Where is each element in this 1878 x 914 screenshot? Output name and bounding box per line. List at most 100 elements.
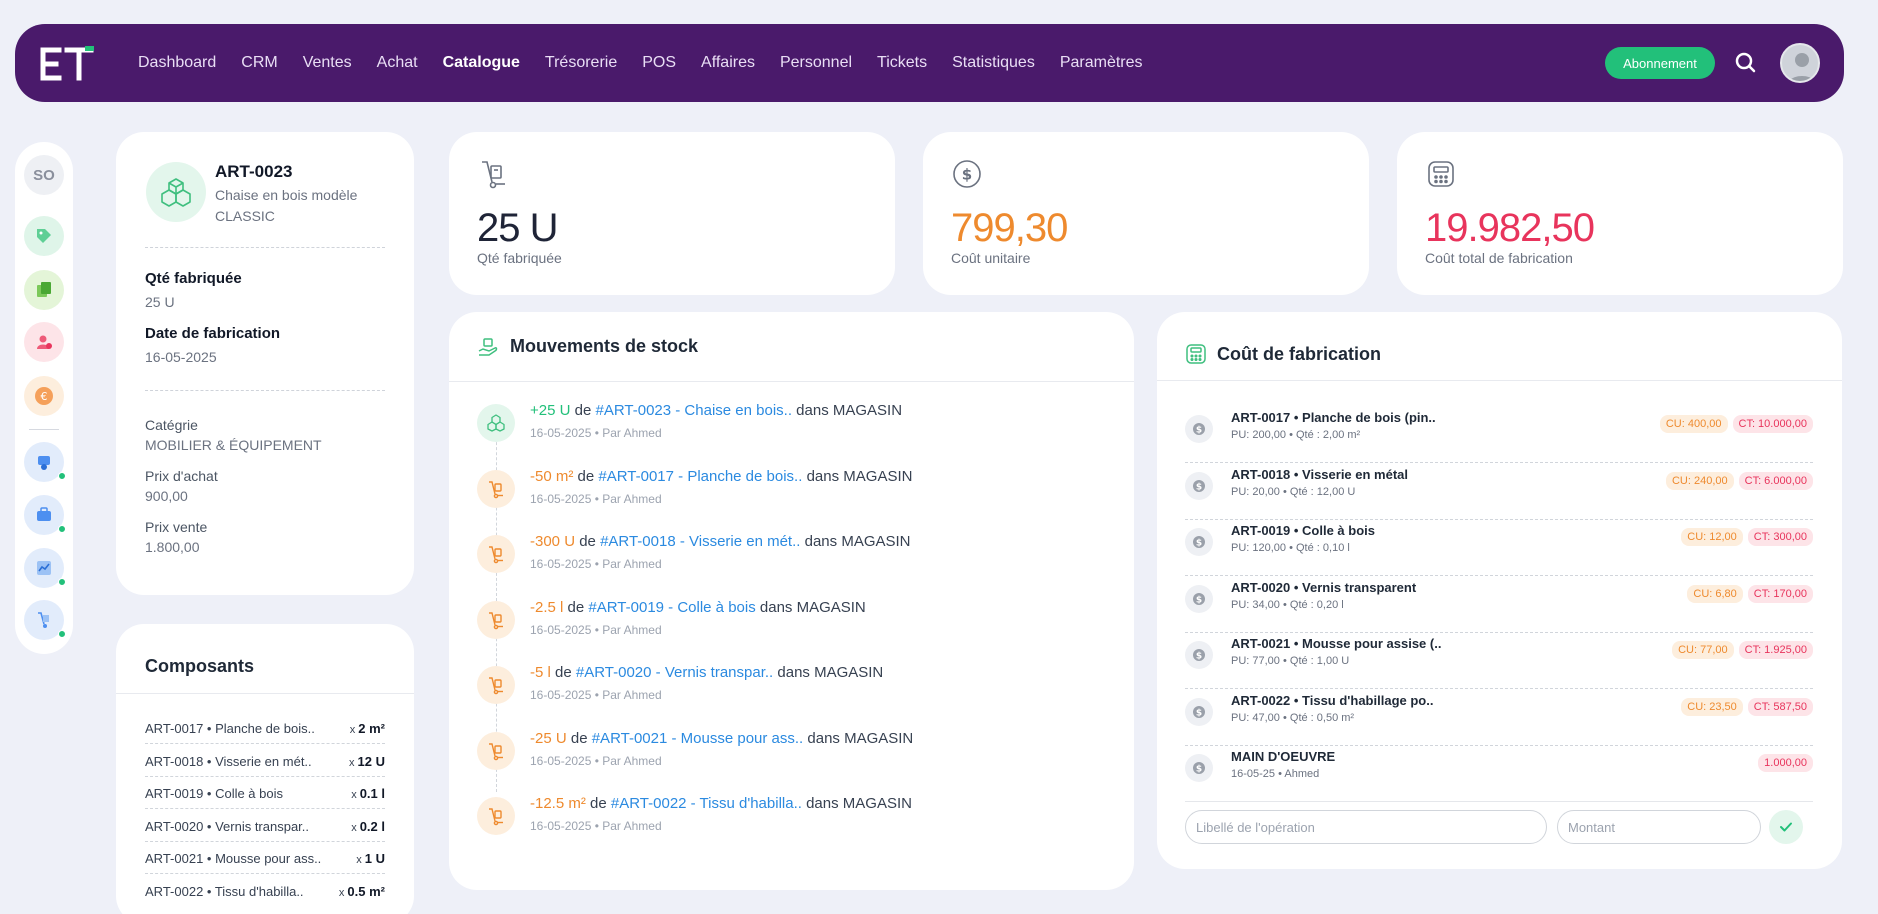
times-sign: x xyxy=(338,887,345,899)
check-icon xyxy=(1780,822,1792,832)
chart-icon[interactable] xyxy=(24,548,66,588)
movement-article-link[interactable]: #ART-0021 - Mousse pour ass.. xyxy=(592,730,804,747)
nav-item-dashboard[interactable]: Dashboard xyxy=(138,54,216,72)
nav-item-catalogue[interactable]: Catalogue xyxy=(443,54,520,72)
total-cost-badge: CT: 6.000,00 xyxy=(1738,471,1813,490)
cost-row[interactable]: $ ART-0021 • Mousse pour assise (.. PU: 77… xyxy=(1185,633,1813,689)
hand-truck-icon[interactable] xyxy=(24,600,66,640)
nav-item-crm[interactable]: CRM xyxy=(241,54,277,72)
status-dot xyxy=(58,630,66,638)
component-row[interactable]: ART-0018 • Visserie en mét.. x 12 U xyxy=(145,745,385,777)
article-code: ART-0023 xyxy=(215,162,293,181)
status-dot xyxy=(58,525,66,533)
dollar-circle-icon: $ xyxy=(951,158,983,190)
movement-article-link[interactable]: #ART-0019 - Colle à bois xyxy=(588,599,755,616)
buy-price-value: 900,00 xyxy=(145,488,188,504)
movement-location: dans MAGASIN xyxy=(807,729,914,747)
nav-item-ventes[interactable]: Ventes xyxy=(303,54,352,72)
nav-item-tresorerie[interactable]: Trésorerie xyxy=(545,54,617,72)
cost-item-detail: PU: 77,00 • Qté : 1,00 U xyxy=(1231,655,1350,667)
component-row[interactable]: ART-0022 • Tissu d'habilla.. x 0.5 m² xyxy=(145,875,385,907)
nav-item-tickets[interactable]: Tickets xyxy=(877,54,927,72)
movement-location: dans MAGASIN xyxy=(796,402,903,419)
movement-article-link[interactable]: #ART-0022 - Tissu d'habilla.. xyxy=(611,795,802,812)
cost-badges: CU: 12,00 CT: 300,00 xyxy=(1681,528,1813,546)
sell-price-value: 1.800,00 xyxy=(145,539,200,555)
hand-truck-icon xyxy=(477,158,509,190)
component-row[interactable]: ART-0019 • Colle à bois x 0.1 l xyxy=(145,777,385,810)
documents-icon[interactable] xyxy=(24,270,64,310)
cost-badges: CU: 6,80 CT: 170,00 xyxy=(1687,584,1813,603)
top-navbar: Dashboard CRM Ventes Achat Catalogue Trésorer… xyxy=(15,24,1844,102)
divider xyxy=(145,390,385,391)
manufacturing-cost-card: Coût de fabrication $ ART-0017 • Planche … xyxy=(1157,312,1842,869)
user-remove-icon[interactable] xyxy=(24,322,64,362)
component-row[interactable]: ART-0020 • Vernis transpar.. x 0.2 l xyxy=(145,810,385,842)
component-row[interactable]: ART-0017 • Planche de bois.. x 2 m² xyxy=(145,712,385,744)
main-menu: Dashboard CRM Ventes Achat Catalogue Trésorer… xyxy=(138,24,1168,102)
stock-movements-card: Mouvements de stock +25 U de #ART-0023 -… xyxy=(449,312,1134,890)
component-qty: x1 U xyxy=(356,851,385,866)
movement-article-link[interactable]: #ART-0020 - Vernis transpar.. xyxy=(576,664,773,681)
confirm-button[interactable] xyxy=(1769,810,1803,844)
movement-of: de xyxy=(579,533,596,550)
movement-meta: 16-05-2025 • Par Ahmed xyxy=(530,622,662,637)
user-initials-button[interactable]: SO xyxy=(24,155,64,195)
movement-text: -300 U de #ART-0018 - Visserie en mét.. … xyxy=(530,533,911,550)
cost-row[interactable]: $ ART-0022 • Tissu d'habillage po.. PU: 47… xyxy=(1185,690,1813,746)
movement-article-link[interactable]: #ART-0023 - Chaise en bois.. xyxy=(595,402,792,419)
cost-row[interactable]: $ ART-0019 • Colle à bois PU: 120,00 • Qté… xyxy=(1185,520,1813,576)
hand-truck-icon xyxy=(477,600,515,639)
components-title: Composants xyxy=(145,656,255,676)
nav-item-pos[interactable]: POS xyxy=(642,54,676,72)
subscription-button[interactable]: Abonnement xyxy=(1605,47,1715,79)
component-qty: x 0.2 l xyxy=(351,819,385,834)
movement-qty: -50 m² xyxy=(530,467,574,485)
briefcase-icon[interactable] xyxy=(24,495,66,535)
search-icon[interactable] xyxy=(1733,50,1759,76)
cost-row[interactable]: $ ART-0020 • Vernis transparent PU: 34,00 … xyxy=(1185,577,1813,633)
movement-text: -12.5 m² de #ART-0022 - Tissu d'habilla.… xyxy=(530,795,912,812)
user-avatar[interactable] xyxy=(1780,43,1820,83)
nav-item-personnel[interactable]: Personnel xyxy=(780,54,852,72)
cost-badges: CU: 77,00 CT: 1.925,00 xyxy=(1672,641,1813,659)
nav-item-achat[interactable]: Achat xyxy=(377,54,418,72)
date-label: Date de fabrication xyxy=(145,325,281,342)
badge-icon[interactable] xyxy=(24,442,66,482)
tag-icon[interactable] xyxy=(24,216,64,256)
svg-text:$: $ xyxy=(1196,539,1202,549)
cost-row[interactable]: $ ART-0017 • Planche de bois (pin.. PU: 20… xyxy=(1185,407,1813,463)
component-name: ART-0020 • Vernis transpar.. xyxy=(145,818,310,834)
app-logo[interactable] xyxy=(39,44,99,84)
kpi-label: Coût total de fabrication xyxy=(1425,250,1573,266)
movement-article-link[interactable]: #ART-0017 - Planche de bois.. xyxy=(598,468,802,485)
cost-item-detail: PU: 47,00 • Qté : 0,50 m² xyxy=(1231,711,1355,724)
movement-article-link[interactable]: #ART-0018 - Visserie en mét.. xyxy=(600,533,800,550)
nav-item-affaires[interactable]: Affaires xyxy=(701,54,755,72)
movement-location: dans MAGASIN xyxy=(806,795,912,812)
dollar-icon: $ xyxy=(1185,471,1213,500)
total-cost-badge: CT: 300,00 xyxy=(1747,528,1813,546)
movement-qty: -5 l xyxy=(530,664,551,681)
amount-input[interactable] xyxy=(1557,810,1761,844)
cost-item-name: ART-0019 • Colle à bois xyxy=(1231,523,1375,538)
hand-truck-icon xyxy=(477,469,515,508)
cost-item-name: MAIN D'OEUVRE xyxy=(1231,749,1336,764)
nav-item-parametres[interactable]: Paramètres xyxy=(1060,54,1143,72)
svg-text:€: € xyxy=(41,390,48,403)
kpi-label: Coût unitaire xyxy=(951,250,1031,266)
cost-row[interactable]: $ MAIN D'OEUVRE 16-05-25 • Ahmed 1.000,00 xyxy=(1185,746,1813,802)
component-row[interactable]: ART-0021 • Mousse pour ass.. x 1 U xyxy=(145,842,385,875)
euro-icon[interactable]: € xyxy=(24,376,64,416)
cost-badges: CU: 400,00 CT: 10.000,00 xyxy=(1659,415,1813,433)
nav-item-statistiques[interactable]: Statistiques xyxy=(952,54,1035,72)
component-name: ART-0022 • Tissu d'habilla.. xyxy=(145,884,304,899)
movement-text: -50 m² de #ART-0017 - Planche de bois.. … xyxy=(530,468,912,485)
calculator-icon xyxy=(1185,343,1207,365)
status-dot xyxy=(58,578,66,586)
operation-label-input[interactable] xyxy=(1185,810,1547,844)
article-info-card: ART-0023 Chaise en bois modèle CLASSIC Q… xyxy=(116,132,414,595)
cost-row[interactable]: $ ART-0018 • Visserie en métal PU: 20,00 •… xyxy=(1185,464,1813,520)
cost-item-detail: 16-05-25 • Ahmed xyxy=(1231,768,1320,780)
movement-location: dans MAGASIN xyxy=(777,664,884,681)
